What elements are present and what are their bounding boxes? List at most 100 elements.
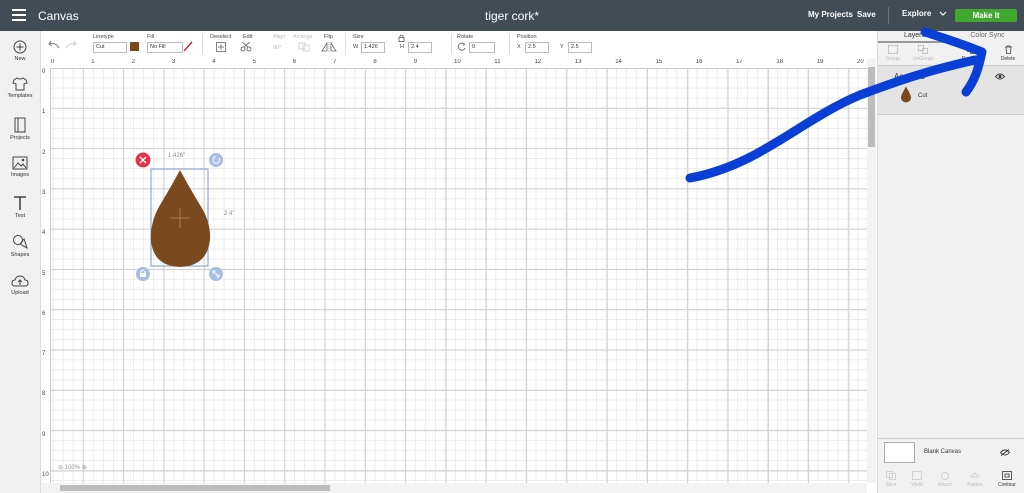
rotate-input[interactable]: 0 [469, 42, 495, 53]
ungroup-button[interactable]: UnGroup [908, 45, 938, 62]
vertical-ruler: 0 1 2 3 4 5 6 7 8 9 10 [41, 68, 51, 483]
save-link[interactable]: Save [857, 10, 876, 19]
make-it-button[interactable]: Make It [955, 9, 1017, 22]
layers-panel: Layers Color Sync Group UnGroup Duplicat… [877, 31, 1024, 493]
ruler-label: 4 [212, 59, 216, 65]
ruler-label: 3 [42, 189, 46, 196]
delete-handle[interactable] [135, 152, 151, 168]
eye-icon[interactable] [995, 73, 1005, 80]
ruler-label: 6 [292, 59, 297, 65]
x-input[interactable]: 2.5 [525, 42, 549, 53]
edit-label: Edit [243, 34, 253, 40]
resize-handle[interactable] [209, 267, 223, 281]
vertical-scrollbar[interactable] [867, 59, 876, 483]
blank-canvas-row[interactable]: Blank Canvas [878, 438, 1024, 469]
my-projects-link[interactable]: My Projects [808, 10, 853, 19]
flatten-button[interactable]: Flatten [962, 482, 988, 488]
tool-images[interactable]: Images [0, 156, 40, 178]
lock-icon[interactable] [398, 34, 405, 42]
tool-label: Upload [11, 290, 29, 296]
tool-label: New [14, 56, 26, 62]
delete-button[interactable]: Delete [993, 45, 1023, 62]
linetype-label: Linetype [93, 34, 114, 40]
explore-label: Explore [902, 9, 932, 18]
lock-icon [140, 273, 146, 277]
ruler-label: 1 [91, 59, 95, 65]
redo-icon[interactable] [65, 40, 77, 49]
zoom-out-icon[interactable]: ⊖ [58, 465, 63, 471]
tab-color-sync[interactable]: Color Sync [951, 32, 1024, 39]
lock-handle[interactable] [136, 267, 150, 281]
weld-button[interactable]: Weld [904, 482, 930, 488]
align-dropdown[interactable]: 90° [273, 45, 281, 51]
explore-menu[interactable]: Explore [902, 9, 947, 18]
scroll-thumb[interactable] [868, 67, 875, 147]
tool-upload[interactable]: Upload [0, 274, 40, 296]
attach-button[interactable]: Attach [932, 482, 958, 488]
linetype-select[interactable]: Cut [93, 42, 127, 53]
y-label: Y [560, 44, 564, 50]
selected-object[interactable] [132, 150, 232, 285]
group-button[interactable]: Group [878, 45, 908, 62]
action-label: UnGroup [912, 56, 934, 62]
fill-label: Fill [147, 34, 155, 40]
teardrop-shape[interactable] [150, 170, 211, 267]
tab-layers[interactable]: Layers [878, 32, 951, 39]
arrange-icon[interactable] [298, 42, 310, 52]
layer-item[interactable]: Asset 25 Cut [878, 66, 1024, 115]
width-input[interactable]: 1.426 [361, 42, 385, 53]
scroll-thumb[interactable] [60, 485, 330, 491]
y-input[interactable]: 2.5 [568, 42, 592, 53]
zoom-control[interactable]: ⊖ 100% ⊕ [58, 464, 87, 471]
zoom-in-icon[interactable]: ⊕ [82, 465, 87, 471]
combine-actions: Slice Weld Attach Flatten Contour [878, 469, 1024, 493]
slice-button[interactable]: Slice [878, 482, 904, 488]
ruler-label: 9 [413, 59, 418, 65]
flip-icon[interactable] [321, 42, 337, 52]
ruler-label: 19 [816, 59, 824, 65]
width-dimension: 1.426" [168, 153, 186, 159]
deselect-icon[interactable] [216, 42, 226, 52]
rotate-icon [457, 42, 466, 51]
arrange-label: Arrange [293, 34, 313, 40]
fill-select[interactable]: No Fill [147, 42, 183, 53]
ruler-label: 0 [51, 59, 55, 65]
contour-button[interactable]: Contour [994, 482, 1020, 488]
ruler-label: 8 [373, 59, 377, 65]
left-toolbar: New Templates Projects Images Text Shape… [0, 31, 41, 493]
width-label: W [353, 44, 359, 50]
ruler-label: 15 [655, 59, 663, 65]
rotate-handle[interactable] [209, 153, 223, 167]
width-value: 1.426 [364, 44, 378, 50]
toolbar-divider [509, 34, 510, 54]
rotate-label: Rotate [457, 34, 474, 40]
visibility-off-icon[interactable] [1000, 449, 1010, 456]
ruler-label: 17 [736, 59, 743, 65]
canvas-swatch[interactable] [884, 442, 915, 463]
height-value: 2.4 [411, 44, 419, 50]
flatten-icon [970, 472, 980, 478]
shapes-icon [13, 235, 28, 250]
ruler-label: 5 [42, 270, 46, 277]
tool-new[interactable]: New [0, 40, 40, 62]
height-input[interactable]: 2.4 [408, 42, 432, 53]
tool-shapes[interactable]: Shapes [0, 234, 40, 258]
y-value: 2.5 [571, 44, 579, 50]
tool-text[interactable]: Text [0, 195, 40, 219]
ruler-label: 14 [615, 59, 622, 65]
deselect-label: Deselect [210, 34, 232, 40]
scissors-icon[interactable] [240, 42, 254, 52]
size-label: Size [353, 34, 364, 40]
top-bar: Canvas tiger cork* My Projects Save Expl… [0, 0, 1024, 31]
tshirt-icon [12, 77, 28, 91]
panel-tabs: Layers Color Sync [878, 31, 1024, 41]
plus-circle-icon [13, 40, 27, 54]
tool-templates[interactable]: Templates [0, 77, 40, 99]
no-fill-icon[interactable] [183, 41, 193, 52]
horizontal-scrollbar[interactable] [41, 483, 867, 493]
ruler-label: 3 [171, 59, 176, 65]
duplicate-button[interactable]: Duplicate [957, 45, 987, 62]
undo-icon[interactable] [48, 40, 60, 49]
linetype-color-swatch[interactable] [130, 42, 139, 51]
tool-projects[interactable]: Projects [0, 117, 40, 141]
